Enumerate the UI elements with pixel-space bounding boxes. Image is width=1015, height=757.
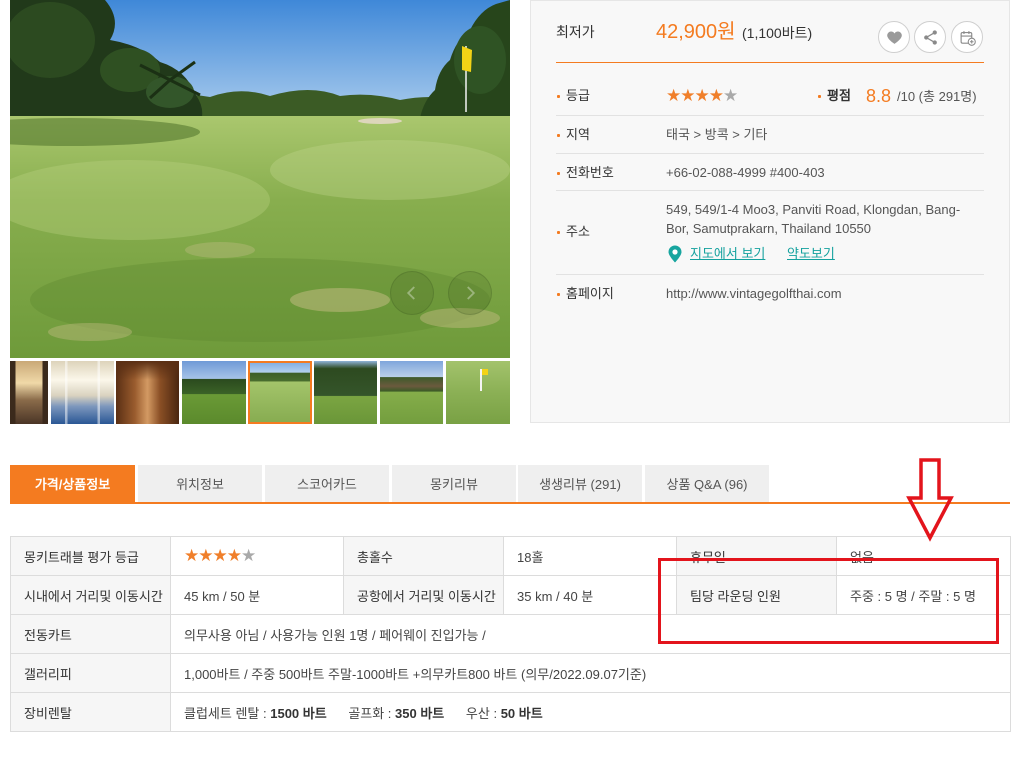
star-filled-icon: ★ (226, 546, 242, 566)
divider (556, 115, 984, 116)
heart-icon (886, 30, 902, 44)
tab-monkey-review[interactable]: 몽키리뷰 (392, 465, 516, 502)
table-label: 전동카트 (10, 614, 171, 654)
sketch-map-link[interactable]: 약도보기 (787, 244, 835, 264)
homepage-label: 홈페이지 (557, 284, 614, 304)
main-photo (10, 0, 510, 358)
tab-location[interactable]: 위치정보 (138, 465, 262, 502)
thumbnail[interactable] (380, 361, 443, 424)
price-label: 최저가 (556, 24, 595, 40)
thumbnail[interactable] (116, 361, 179, 424)
rental-name: 클럽세트 렌탈 : (184, 705, 267, 721)
rental-name: 골프화 : (348, 705, 392, 721)
table-label: 공항에서 거리및 이동시간 (343, 575, 504, 615)
rating-value: 8.8 (866, 86, 892, 106)
lowest-price: 42,900원 (656, 21, 736, 43)
table-row: 갤러리피 1,000바트 / 주중 500바트 주말-1000바트 +의무카트8… (10, 653, 1011, 693)
rental-price: 1500 바트 (270, 705, 327, 721)
table-cell: 45 km / 50 분 (170, 575, 344, 615)
thumbnail[interactable] (446, 361, 510, 424)
next-photo-button[interactable] (448, 271, 492, 315)
table-label: 갤러리피 (10, 653, 171, 693)
prev-photo-button[interactable] (390, 271, 434, 315)
wishlist-button[interactable] (878, 21, 910, 53)
tab-underline (10, 502, 1010, 504)
annotation-highlight-box (658, 558, 999, 644)
chevron-right-icon (467, 286, 476, 300)
divider (556, 274, 984, 275)
star-empty-icon: ★ (723, 86, 738, 106)
table-label: 시내에서 거리및 이동시간 (10, 575, 171, 615)
tab-product-qa[interactable]: 상품 Q&A (96) (645, 465, 769, 502)
region-value: 태국 > 방콕 > 기타 (666, 127, 768, 142)
golf-course-photo (10, 0, 510, 358)
divider (556, 62, 984, 63)
star-filled-icon: ★ (694, 86, 710, 106)
address-label: 주소 (557, 222, 590, 242)
homepage-link[interactable]: http://www.vintagegolfthai.com (666, 284, 842, 304)
thumbnail[interactable] (314, 361, 377, 424)
rental-price: 50 바트 (500, 705, 543, 721)
divider (556, 190, 984, 191)
grade-label: 등급 (557, 86, 590, 106)
table-cell: 35 km / 40 분 (503, 575, 677, 615)
add-to-calendar-button[interactable] (951, 21, 983, 53)
star-empty-icon: ★ (241, 546, 256, 566)
tab-price-info[interactable]: 가격/상품정보 (10, 465, 135, 502)
rental-item: 골프화 : 350 바트 (348, 706, 444, 721)
table-cell: 1,000바트 / 주중 500바트 주말-1000바트 +의무카트800 바트… (170, 653, 1011, 693)
thumbnail[interactable] (248, 361, 312, 424)
rental-name: 우산 : (465, 705, 498, 721)
rental-price: 350 바트 (395, 705, 445, 721)
star-filled-icon: ★ (708, 86, 724, 106)
star-filled-icon: ★ (680, 86, 695, 106)
star-filled-icon: ★ (212, 546, 228, 566)
star-filled-icon: ★ (184, 546, 199, 566)
share-button[interactable] (914, 21, 946, 53)
phone-label: 전화번호 (557, 163, 614, 183)
tab-live-reviews[interactable]: 생생리뷰 (291) (518, 465, 642, 502)
star-filled-icon: ★ (198, 546, 213, 566)
chevron-left-icon (406, 286, 415, 300)
thumbnail[interactable] (182, 361, 246, 424)
table-cell: 18홀 (503, 536, 677, 576)
table-row: 장비렌탈 클럽세트 렌탈 : 1500 바트 골프화 : 350 바트 우산 :… (10, 692, 1011, 732)
grade-stars: ★★★★★ (666, 86, 738, 106)
thumbnail[interactable] (10, 361, 48, 424)
rating-label: 평점 (818, 86, 851, 106)
table-label: 장비렌탈 (10, 692, 171, 732)
address-line: Bor, Samutprakarn, Thailand 10550 (666, 221, 872, 236)
flag-icon (480, 369, 488, 391)
thumbnail[interactable] (51, 361, 114, 424)
table-cell: ★★★★★ (170, 536, 344, 576)
view-map-link[interactable]: 지도에서 보기 (690, 244, 765, 264)
divider (556, 153, 984, 154)
map-pin-icon (668, 245, 682, 263)
share-icon (923, 29, 937, 45)
rating-count: /10 (총 291명) (897, 89, 977, 104)
calendar-add-icon (960, 30, 976, 46)
price-in-baht: (1,100바트) (742, 25, 813, 41)
table-label: 몽키트래블 평가 등급 (10, 536, 171, 576)
address-line: 549, 549/1-4 Moo3, Panviti Road, Klongda… (666, 202, 961, 217)
annotation-arrow-icon (906, 458, 954, 542)
rental-item: 우산 : 50 바트 (466, 706, 543, 721)
evaluation-stars: ★★★★★ (184, 546, 256, 566)
phone-value: +66-02-088-4999 #400-403 (666, 165, 825, 180)
rental-item: 클럽세트 렌탈 : 1500 바트 (184, 706, 327, 721)
table-cell: 클럽세트 렌탈 : 1500 바트 골프화 : 350 바트 우산 : 50 바… (170, 692, 1011, 732)
star-filled-icon: ★ (666, 86, 681, 106)
table-label: 총홀수 (343, 536, 504, 576)
region-label: 지역 (557, 125, 590, 145)
product-summary-panel: 최저가 42,900원 (1,100바트) 등급 ★★★★★ 평점 8.8 /1… (530, 0, 1010, 423)
tab-scorecard[interactable]: 스코어카드 (265, 465, 389, 502)
